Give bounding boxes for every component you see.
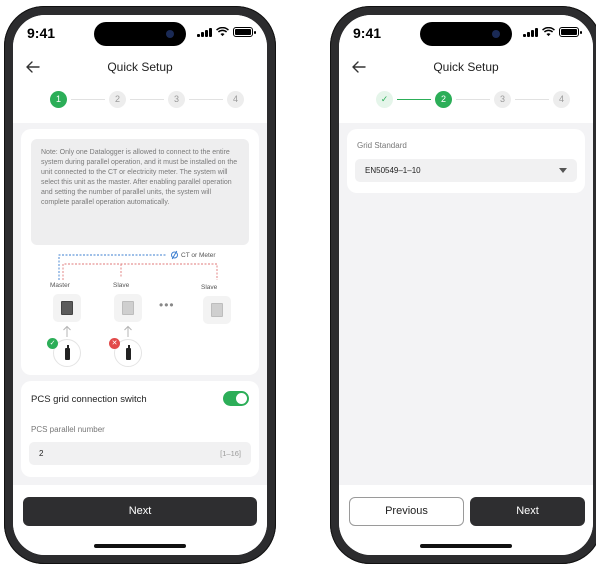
next-button[interactable]: Next <box>470 497 585 526</box>
step-connector <box>130 99 164 100</box>
step-connector <box>456 99 490 100</box>
pcs-settings-card: PCS grid connection switch PCS parallel … <box>21 381 259 477</box>
parallel-diagram: CT or Meter Master Slave Slave ••• ✓ ✕ <box>21 250 259 369</box>
step-2: 2 <box>435 91 452 108</box>
arrow-up-icon <box>124 325 132 337</box>
system-icons <box>197 27 256 37</box>
datalogger-note: Note: Only one Datalogger is allowed to … <box>31 139 249 245</box>
home-indicator <box>420 544 512 548</box>
wifi-icon <box>542 27 555 37</box>
pcs-grid-switch[interactable] <box>223 391 249 406</box>
parallel-number-label: PCS parallel number <box>31 425 105 434</box>
ct-meter-label: CT or Meter <box>181 252 216 259</box>
slave-inverter-icon <box>114 294 142 322</box>
status-bar: 9:41 <box>13 15 267 49</box>
dynamic-island <box>420 22 512 46</box>
step-connector <box>71 99 105 100</box>
grid-standard-value: EN50549–1–10 <box>365 166 421 175</box>
step-4: 4 <box>553 91 570 108</box>
parallel-number-value: 2 <box>39 449 44 458</box>
phone-frame-right: 9:41 Quick Setup ✓ 2 3 4 Grid Standard E… <box>330 6 596 564</box>
step-connector <box>515 99 549 100</box>
step-4: 4 <box>227 91 244 108</box>
home-indicator <box>94 544 186 548</box>
pcs-switch-label: PCS grid connection switch <box>31 394 147 405</box>
battery-icon <box>559 27 582 37</box>
next-button[interactable]: Next <box>23 497 257 526</box>
screen-step1: 9:41 Quick Setup 1 2 3 4 Note: Only one … <box>13 15 267 555</box>
grid-standard-card: Grid Standard EN50549–1–10 <box>347 129 585 193</box>
signal-icon <box>523 27 538 37</box>
grid-standard-label: Grid Standard <box>357 141 407 150</box>
previous-button[interactable]: Previous <box>349 497 464 526</box>
nav-bar: Quick Setup <box>13 49 267 85</box>
battery-icon <box>233 27 256 37</box>
slave-label: Slave <box>113 282 130 289</box>
wifi-icon <box>216 27 229 37</box>
step-connector <box>189 99 223 100</box>
bottom-action-bar: Previous Next <box>339 485 593 555</box>
step-1-completed: ✓ <box>376 91 393 108</box>
step-3: 3 <box>494 91 511 108</box>
master-inverter-icon <box>53 294 81 322</box>
dynamic-island <box>94 22 186 46</box>
status-time: 9:41 <box>353 25 382 41</box>
step-3: 3 <box>168 91 185 108</box>
master-label: Master <box>50 282 70 289</box>
status-time: 9:41 <box>27 25 56 41</box>
page-title: Quick Setup <box>433 60 499 74</box>
system-icons <box>523 27 582 37</box>
step-indicator: ✓ 2 3 4 <box>339 85 593 123</box>
parallel-number-input[interactable]: 2 [1–16] <box>29 442 251 465</box>
bottom-action-bar: Next <box>13 485 267 555</box>
nav-bar: Quick Setup <box>339 49 593 85</box>
grid-standard-select[interactable]: EN50549–1–10 <box>355 159 577 182</box>
check-icon: ✓ <box>47 338 58 349</box>
slave-inverter-icon <box>203 296 231 324</box>
step-1: 1 <box>50 91 67 108</box>
page-title: Quick Setup <box>107 60 173 74</box>
phone-frame-left: 9:41 Quick Setup 1 2 3 4 Note: Only one … <box>4 6 276 564</box>
slave-label: Slave <box>201 284 218 291</box>
chevron-down-icon <box>559 168 567 173</box>
more-units-dots: ••• <box>159 298 175 312</box>
step-2: 2 <box>109 91 126 108</box>
step-connector <box>397 99 431 100</box>
step-indicator: 1 2 3 4 <box>13 85 267 123</box>
error-icon: ✕ <box>109 338 120 349</box>
ct-meter-icon <box>171 250 178 260</box>
status-bar: 9:41 <box>339 15 593 49</box>
screen-step2: 9:41 Quick Setup ✓ 2 3 4 Grid Standard E… <box>339 15 593 555</box>
parallel-number-range: [1–16] <box>220 449 241 458</box>
signal-icon <box>197 27 212 37</box>
parallel-info-card: Note: Only one Datalogger is allowed to … <box>21 129 259 375</box>
arrow-up-icon <box>63 325 71 337</box>
